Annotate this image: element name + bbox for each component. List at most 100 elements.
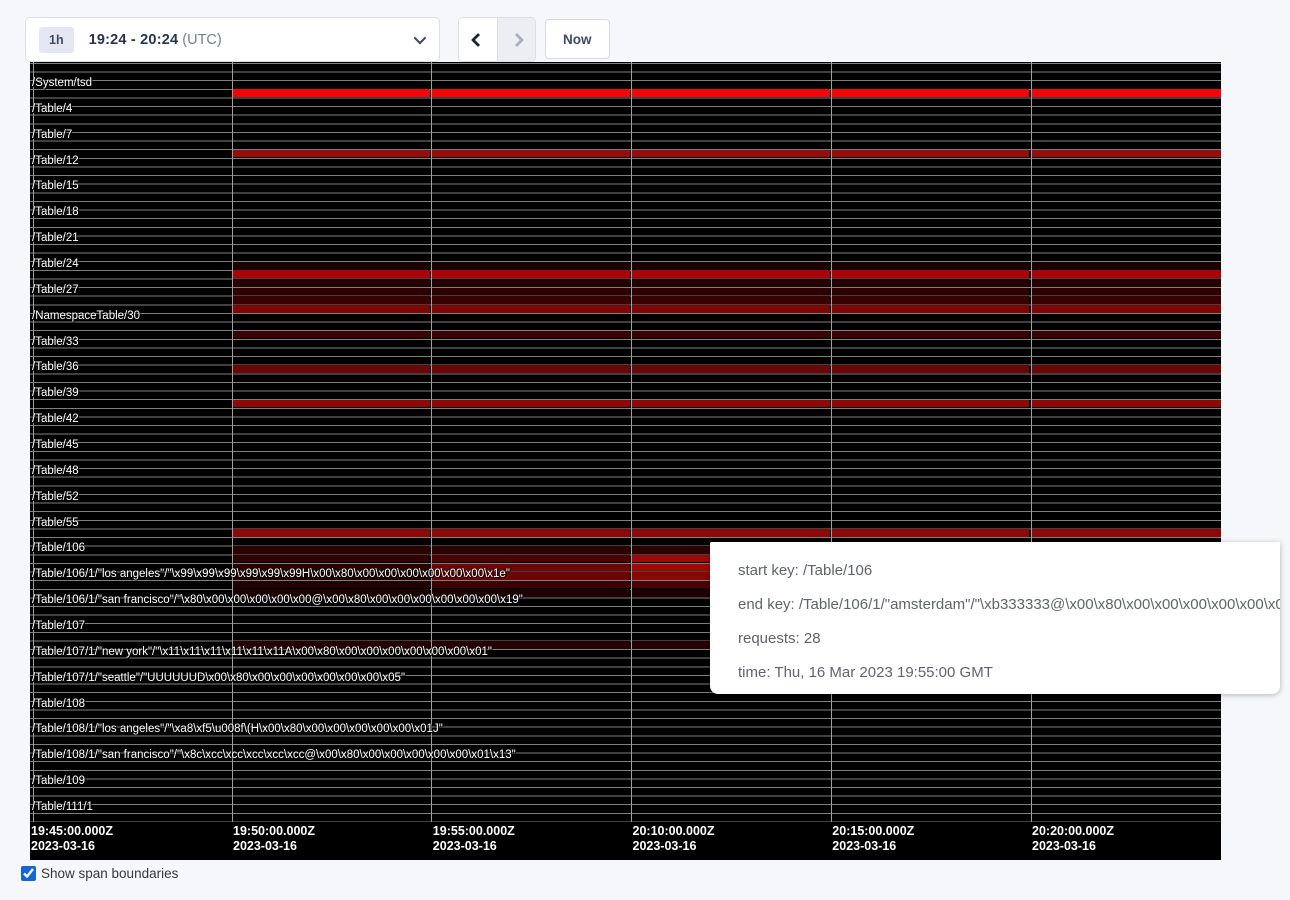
- heatmap-plot[interactable]: /System/tsd/Table/4/Table/7/Table/12/Tab…: [30, 62, 1221, 822]
- chevron-down-icon: [414, 32, 427, 45]
- key-visualizer-canvas[interactable]: /System/tsd/Table/4/Table/7/Table/12/Tab…: [30, 62, 1221, 860]
- heat-band-cell[interactable]: [233, 279, 431, 287]
- row-label: /Table/4: [32, 103, 72, 116]
- heat-band-cell[interactable]: [432, 529, 630, 537]
- duration-badge: 1h: [39, 27, 74, 53]
- heat-band-cell[interactable]: [432, 89, 630, 97]
- heat-band-cell[interactable]: [632, 262, 830, 270]
- now-button[interactable]: Now: [545, 19, 610, 59]
- heat-band-cell[interactable]: [432, 546, 630, 554]
- heat-band-cell[interactable]: [233, 555, 431, 563]
- row-label: /Table/108/1/"san francisco"/"\x8c\xcc\x…: [32, 749, 516, 762]
- heat-band-cell[interactable]: [233, 89, 431, 97]
- row-label: /Table/107: [32, 620, 85, 633]
- heat-band-cell[interactable]: [432, 331, 630, 339]
- heat-band-cell[interactable]: [1032, 331, 1222, 339]
- heat-band-cell[interactable]: [432, 581, 630, 589]
- heat-band-cell[interactable]: [233, 305, 431, 313]
- heat-band-cell[interactable]: [1032, 529, 1222, 537]
- time-gridline: [1031, 62, 1032, 822]
- time-gridline: [831, 62, 832, 822]
- row-label: /Table/12: [32, 155, 79, 168]
- heat-band-cell[interactable]: [1032, 262, 1222, 270]
- heat-band-cell[interactable]: [432, 262, 630, 270]
- heat-band-cell[interactable]: [632, 529, 830, 537]
- heat-band-cell[interactable]: [1032, 400, 1222, 408]
- heat-band-cell[interactable]: [1032, 89, 1222, 97]
- heat-band-cell[interactable]: [832, 288, 1030, 296]
- heat-band-cell[interactable]: [233, 288, 431, 296]
- heat-band-cell[interactable]: [1032, 270, 1222, 278]
- heat-band-cell[interactable]: [832, 305, 1030, 313]
- tooltip-line: end key: /Table/106/1/"amsterdam"/"\xb33…: [738, 588, 1280, 622]
- heat-band-cell[interactable]: [632, 305, 830, 313]
- axis-tick: 19:55:00.000Z2023-03-16: [433, 824, 515, 854]
- row-label: /Table/106/1/"los angeles"/"\x99\x99\x99…: [32, 568, 510, 581]
- heat-band-cell[interactable]: [233, 581, 431, 589]
- span-boundary-lines: [30, 63, 1221, 822]
- previous-range-button[interactable]: [459, 18, 497, 61]
- heat-band-cell[interactable]: [1032, 288, 1222, 296]
- heat-band-cell[interactable]: [632, 270, 830, 278]
- heat-band-cell[interactable]: [832, 89, 1030, 97]
- row-label: /Table/7: [32, 129, 72, 142]
- row-label: /Table/39: [32, 387, 79, 400]
- heat-band-cell[interactable]: [233, 296, 431, 304]
- heat-band-cell[interactable]: [832, 270, 1030, 278]
- time-range-selector[interactable]: 1h 19:24 - 20:24 (UTC): [25, 17, 440, 62]
- time-gridline: [232, 62, 233, 822]
- heat-band-cell[interactable]: [432, 400, 630, 408]
- axis-tick: 19:50:00.000Z2023-03-16: [233, 824, 315, 854]
- heat-band-cell[interactable]: [233, 150, 431, 158]
- heat-band-cell[interactable]: [832, 279, 1030, 287]
- heat-band-cell[interactable]: [233, 546, 431, 554]
- heat-band-cell[interactable]: [233, 331, 431, 339]
- heat-band-cell[interactable]: [1032, 296, 1222, 304]
- row-label: /NamespaceTable/30: [32, 310, 140, 323]
- heat-band-cell[interactable]: [1032, 365, 1222, 373]
- heat-band-cell[interactable]: [1032, 150, 1222, 158]
- heat-band-cell[interactable]: [1032, 279, 1222, 287]
- heat-band-cell[interactable]: [432, 555, 630, 563]
- heat-band-cell[interactable]: [432, 296, 630, 304]
- heat-band-cell[interactable]: [233, 262, 431, 270]
- heat-band-cell[interactable]: [432, 279, 630, 287]
- heat-band-cell[interactable]: [832, 400, 1030, 408]
- heat-band-cell[interactable]: [432, 365, 630, 373]
- heat-band-cell[interactable]: [432, 305, 630, 313]
- show-span-boundaries-checkbox[interactable]: [21, 866, 36, 881]
- heat-band-cell[interactable]: [632, 150, 830, 158]
- row-label: /Table/36: [32, 361, 79, 374]
- heat-band-cell[interactable]: [233, 365, 431, 373]
- heat-band-cell[interactable]: [832, 365, 1030, 373]
- tooltip-line: time: Thu, 16 Mar 2023 19:55:00 GMT: [738, 656, 1280, 690]
- heat-band-cell[interactable]: [632, 288, 830, 296]
- heat-band-cell[interactable]: [233, 400, 431, 408]
- heat-band-cell[interactable]: [832, 529, 1030, 537]
- heat-band-cell[interactable]: [632, 400, 830, 408]
- heat-band-cell[interactable]: [233, 529, 431, 537]
- row-label: /Table/45: [32, 439, 79, 452]
- heat-band-cell[interactable]: [632, 279, 830, 287]
- heat-band-cell[interactable]: [632, 331, 830, 339]
- heat-band-cell[interactable]: [233, 270, 431, 278]
- heat-band-cell[interactable]: [632, 89, 830, 97]
- row-label: /Table/18: [32, 206, 79, 219]
- heat-band-cell[interactable]: [832, 262, 1030, 270]
- heat-band-cell[interactable]: [432, 270, 630, 278]
- heat-band-cell[interactable]: [832, 331, 1030, 339]
- tooltip-line: start key: /Table/106: [738, 554, 1280, 588]
- axis-tick: 20:15:00.000Z2023-03-16: [832, 824, 914, 854]
- axis-tick: 19:45:00.000Z2023-03-16: [31, 824, 113, 854]
- heat-band-cell[interactable]: [632, 296, 830, 304]
- heat-band-cell[interactable]: [432, 288, 630, 296]
- heat-band-cell[interactable]: [832, 296, 1030, 304]
- heat-band-cell[interactable]: [1032, 305, 1222, 313]
- row-label: /Table/27: [32, 284, 79, 297]
- heat-band-cell[interactable]: [832, 150, 1030, 158]
- heat-band-cell[interactable]: [632, 365, 830, 373]
- time-nav-group: [458, 17, 536, 62]
- chevron-right-icon: [509, 32, 523, 46]
- next-range-button[interactable]: [497, 18, 535, 61]
- heat-band-cell[interactable]: [432, 150, 630, 158]
